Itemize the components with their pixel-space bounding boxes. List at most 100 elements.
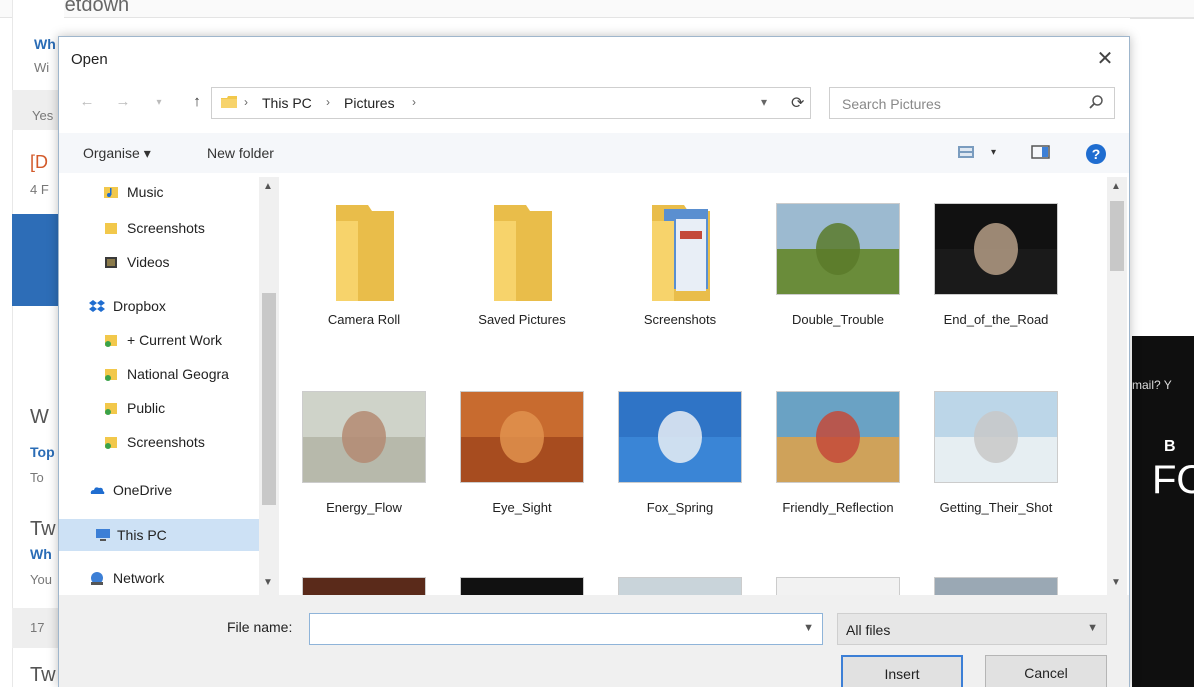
- file-name-field[interactable]: ▼: [309, 613, 823, 645]
- up-arrow-icon[interactable]: ↑: [187, 93, 207, 110]
- back-arrow-icon[interactable]: ←: [77, 93, 97, 110]
- breadcrumb-pictures[interactable]: Pictures: [344, 95, 395, 111]
- nav-item-national-geographic[interactable]: National Geogra: [103, 363, 263, 389]
- scroll-down-icon[interactable]: ▼: [263, 577, 273, 588]
- background-text: Yes: [32, 108, 54, 123]
- scrollbar-thumb[interactable]: [1110, 201, 1124, 271]
- address-bar[interactable]: › This PC › Pictures ›: [211, 87, 811, 119]
- nav-item-network[interactable]: Network: [89, 567, 249, 593]
- network-icon: [91, 572, 103, 585]
- nav-item-label: Dropbox: [113, 298, 166, 314]
- nav-item-label: Public: [127, 400, 166, 416]
- music-folder-icon: [104, 187, 118, 198]
- nav-item-public[interactable]: Public: [103, 397, 263, 423]
- close-button[interactable]: ✕: [1091, 45, 1119, 73]
- new-folder-button[interactable]: New folder: [207, 145, 274, 161]
- refresh-icon[interactable]: ⟳: [791, 93, 804, 113]
- insert-button[interactable]: Insert: [841, 655, 963, 687]
- file-type-value: All files: [846, 622, 891, 638]
- background-text: W: [30, 406, 49, 428]
- folder-icon: [105, 223, 117, 234]
- nav-item-this-pc[interactable]: This PC: [59, 519, 259, 551]
- image-thumbnail: [460, 577, 584, 595]
- breadcrumb-separator-icon[interactable]: ›: [412, 95, 416, 109]
- preview-pane-icon[interactable]: [1031, 143, 1051, 161]
- nav-item-dropbox-screenshots[interactable]: Screenshots: [103, 431, 263, 457]
- dialog-titlebar[interactable]: Open ✕: [59, 37, 1129, 81]
- nav-item-label: National Geogra: [127, 366, 229, 382]
- file-list: Camera Roll Saved Pictures Screenshots Doub…: [289, 177, 1107, 595]
- image-thumbnail: [618, 391, 742, 483]
- background-text: Tw: [30, 518, 56, 540]
- nav-item-label: Music: [127, 184, 164, 200]
- file-name: Fox_Spring: [646, 500, 714, 515]
- image-thumbnail: [460, 391, 584, 483]
- background-text: Tw: [30, 664, 56, 686]
- nav-item-label: This PC: [117, 527, 167, 543]
- nav-item-music[interactable]: Music: [103, 181, 253, 207]
- search-input[interactable]: Search Pictures: [842, 96, 941, 112]
- image-thumbnail: [618, 577, 742, 595]
- background-text: Wi: [34, 60, 50, 75]
- file-name: Eye_Sight: [492, 500, 552, 515]
- file-type-select[interactable]: All files ▼: [837, 613, 1107, 645]
- file-list-scrollbar[interactable]: ▲ ▼: [1107, 177, 1127, 595]
- cancel-button[interactable]: Cancel: [985, 655, 1107, 687]
- folder-icon: [494, 205, 552, 301]
- image-thumbnail: [934, 577, 1058, 595]
- image-thumbnail: [934, 203, 1058, 295]
- background-text: Wh: [30, 546, 52, 562]
- organise-button[interactable]: Organise ▾: [83, 145, 151, 162]
- scroll-down-icon[interactable]: ▼: [1111, 577, 1121, 588]
- search-icon[interactable]: [1088, 94, 1104, 110]
- background-text: To: [30, 470, 44, 485]
- image-thumbnail: [776, 391, 900, 483]
- folder-icon: [221, 96, 237, 108]
- command-bar: Organise ▾ New folder ▾ ?: [59, 133, 1129, 173]
- image-thumbnail: [776, 203, 900, 295]
- recent-dropdown-icon[interactable]: ▾: [149, 97, 169, 108]
- background-text: 4 F: [30, 182, 49, 197]
- dropbox-folder-icon: [105, 335, 117, 347]
- dropbox-folder-icon: [105, 369, 117, 381]
- forward-arrow-icon[interactable]: →: [113, 93, 133, 110]
- scroll-up-icon[interactable]: ▲: [263, 181, 273, 192]
- nav-item-screenshots[interactable]: Screenshots: [103, 217, 253, 243]
- computer-icon: [96, 529, 110, 541]
- dropbox-folder-icon: [105, 437, 117, 449]
- file-name: Camera Roll: [327, 312, 401, 327]
- nav-item-dropbox[interactable]: Dropbox: [89, 295, 249, 321]
- background-text: Top: [30, 444, 55, 460]
- view-dropdown-icon[interactable]: ▾: [991, 147, 996, 158]
- file-name-dropdown-icon[interactable]: ▼: [803, 622, 814, 634]
- file-name-label: File name:: [227, 619, 293, 635]
- file-name: Friendly_Reflection: [782, 500, 894, 515]
- help-icon[interactable]: ?: [1085, 143, 1107, 165]
- videos-folder-icon: [105, 257, 117, 268]
- file-type-dropdown-icon[interactable]: ▼: [1087, 622, 1098, 634]
- nav-item-onedrive[interactable]: OneDrive: [89, 479, 249, 505]
- breadcrumb-this-pc[interactable]: This PC: [262, 95, 312, 111]
- nav-item-videos[interactable]: Videos: [103, 251, 253, 277]
- nav-item-current-work[interactable]: + Current Work: [103, 329, 263, 355]
- scrollbar-thumb[interactable]: [262, 293, 276, 505]
- onedrive-icon: [90, 487, 105, 494]
- file-name: Screenshots: [643, 312, 717, 327]
- background-text: [D: [30, 152, 48, 172]
- nav-item-label: Network: [113, 570, 165, 586]
- navigation-scrollbar[interactable]: ▲ ▼: [259, 177, 279, 595]
- breadcrumb-separator-icon[interactable]: ›: [244, 95, 248, 109]
- nav-item-label: Videos: [127, 254, 170, 270]
- address-dropdown-icon[interactable]: ▾: [761, 95, 767, 109]
- search-box[interactable]: Search Pictures: [829, 87, 1115, 119]
- background-right-panel: [1130, 18, 1194, 158]
- view-options-icon[interactable]: [957, 143, 979, 161]
- background-text: Wh: [34, 36, 56, 52]
- folder-icon: [652, 205, 710, 301]
- breadcrumb-separator-icon[interactable]: ›: [326, 95, 330, 109]
- image-thumbnail: [934, 391, 1058, 483]
- background-header: Tweetdown: [0, 0, 1194, 18]
- file-name: Energy_Flow: [326, 500, 402, 515]
- background-text: FO: [1152, 458, 1194, 502]
- scroll-up-icon[interactable]: ▲: [1111, 181, 1121, 192]
